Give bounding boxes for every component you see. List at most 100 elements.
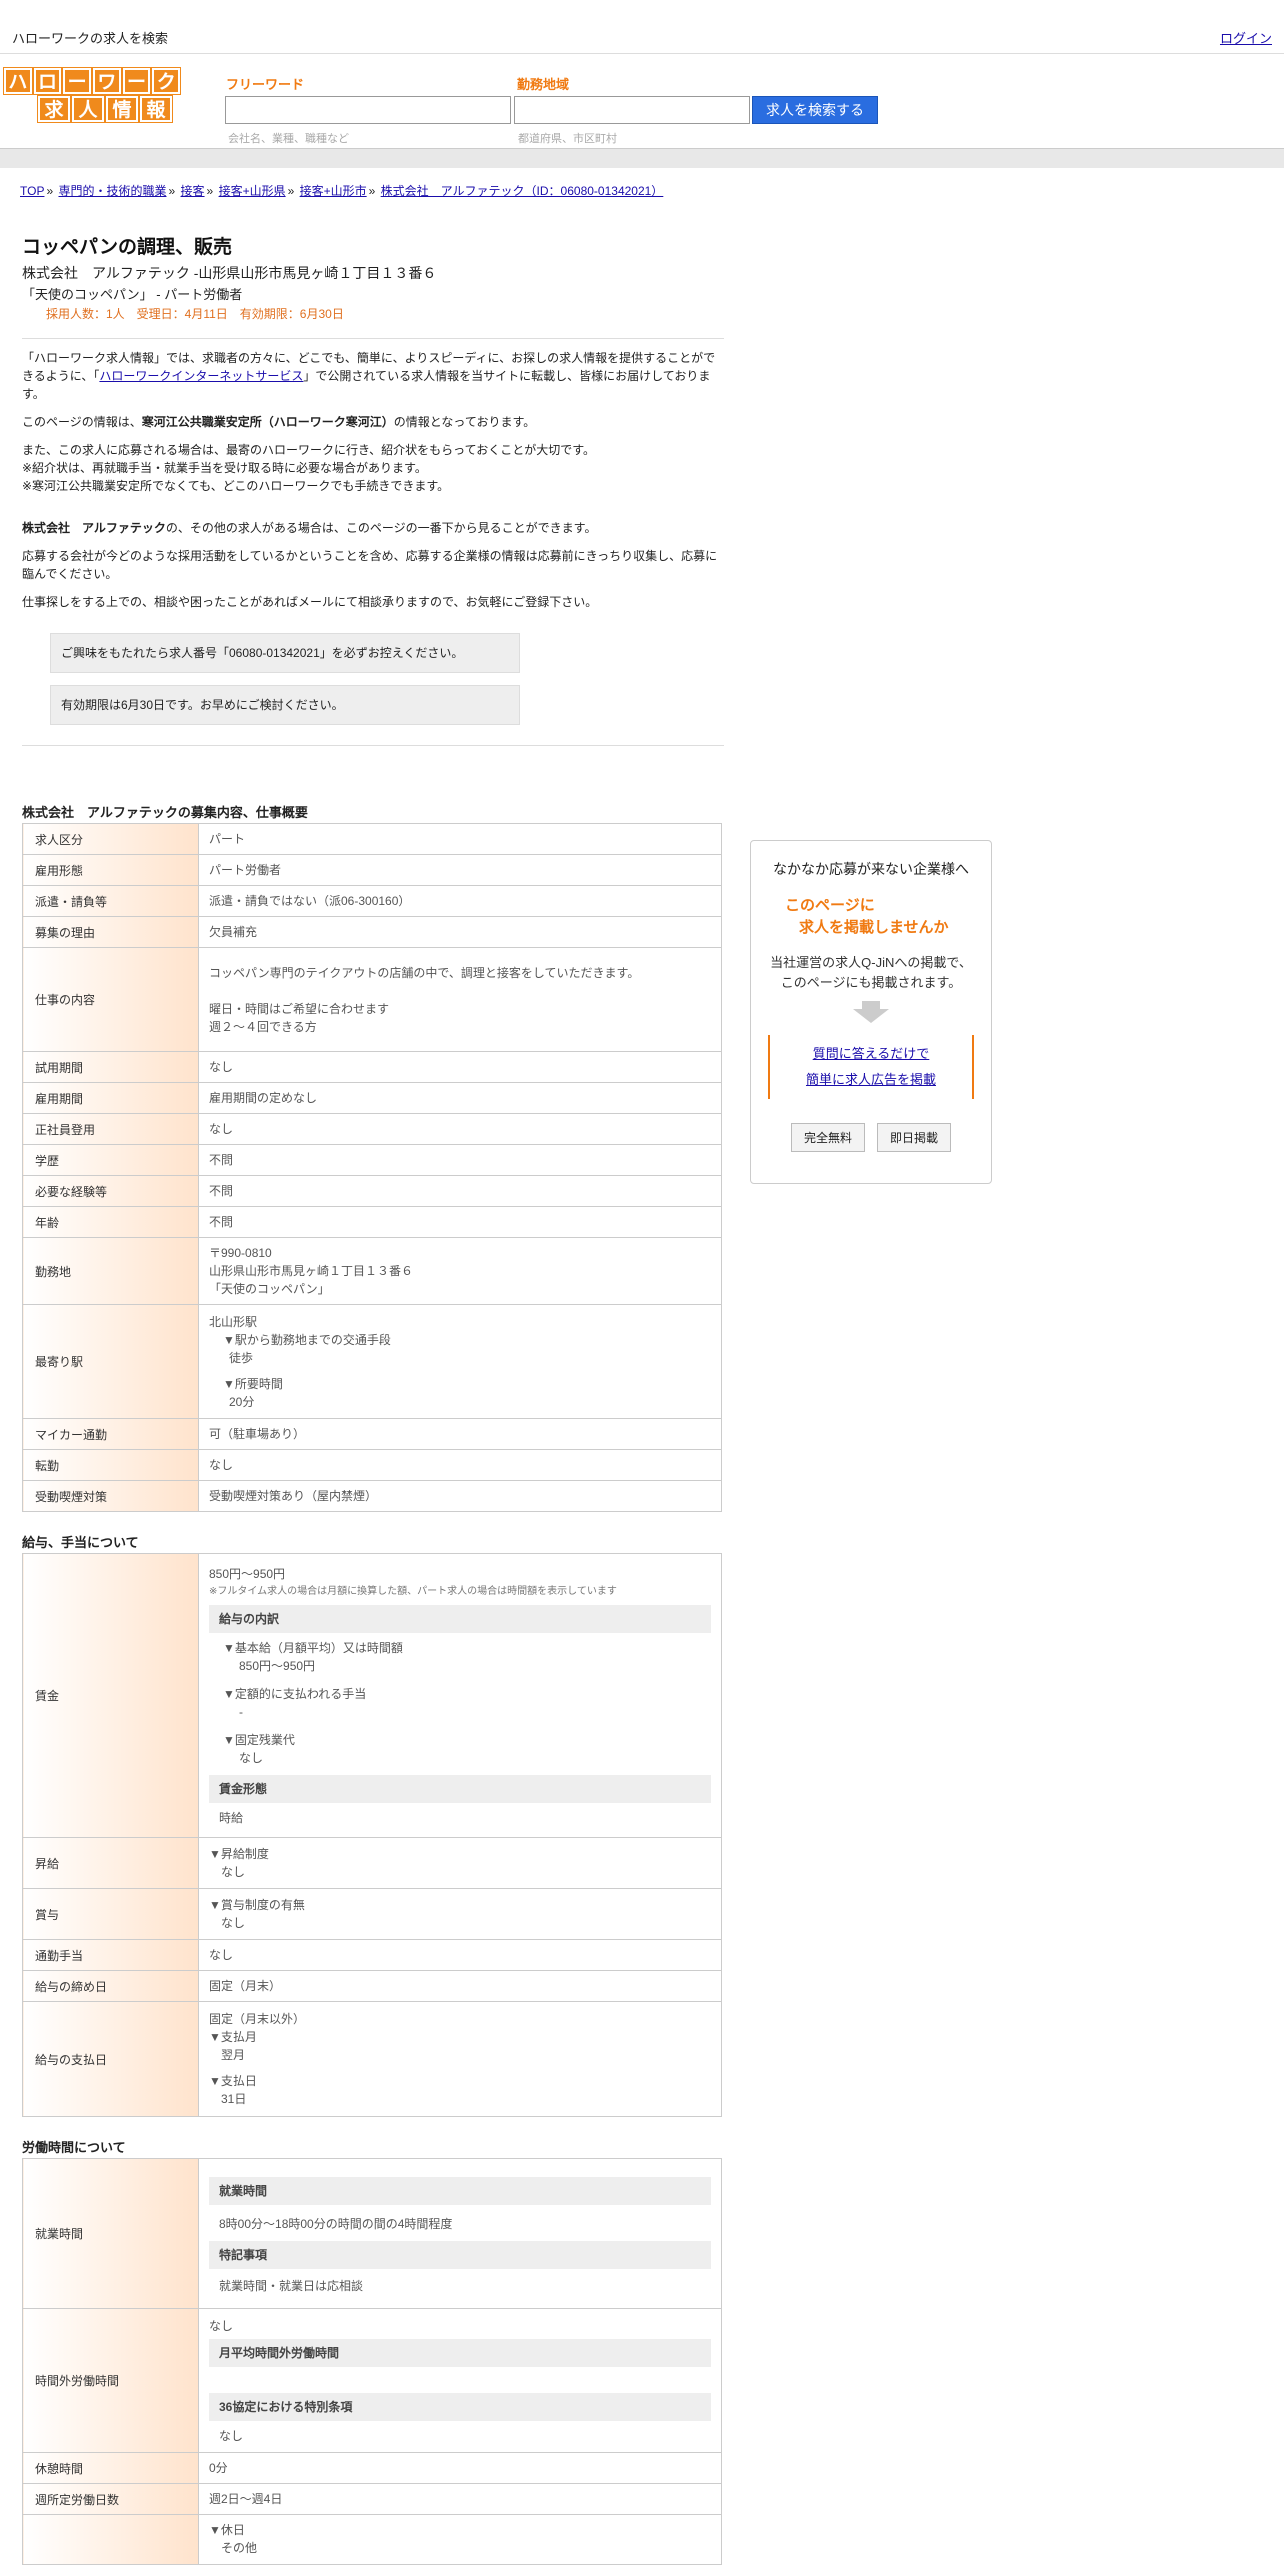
table-row: 雇用形態 パート労働者	[22, 854, 722, 886]
value-text: 8時00分〜18時00分の時間の間の4時間程度	[219, 2216, 453, 2231]
row-label: 勤務地	[22, 1237, 199, 1305]
logo-char: 人	[72, 96, 104, 122]
intro-text: このページの情報は、	[22, 415, 142, 429]
row-value: 不問	[198, 1206, 722, 1238]
subhead: 36協定における特別条項	[209, 2392, 711, 2421]
intro-paragraph: 仕事探しをする上での、相談や困ったことがあればメールにて相談承りますので、お気軽…	[22, 595, 598, 609]
value-text: 翌月	[221, 2048, 246, 2062]
value-text: なし	[221, 1916, 246, 1930]
site-logo[interactable]: ハ ロ ー ワ ー ク 求 人 情 報	[4, 68, 181, 124]
overview-table: 求人区分 パート 雇用形態 パート労働者 派遣・請負等 派遣・請負ではない（派06-3…	[22, 823, 722, 1512]
table-row: 週所定労働日数 週2日〜週4日	[22, 2483, 722, 2515]
value-text: ▼昇給制度	[209, 1847, 269, 1861]
row-label: 給与の締め日	[22, 1970, 199, 2002]
row-value: 雇用期間の定めなし	[198, 1082, 722, 1114]
table-row: 休憩時間 0分	[22, 2452, 722, 2484]
row-label: 雇用期間	[22, 1082, 199, 1114]
table-row: 正社員登用 なし	[22, 1113, 722, 1145]
login-link[interactable]: ログイン	[1220, 28, 1272, 47]
intro-text: の情報となっております。	[393, 415, 536, 429]
breadcrumb-city[interactable]: 接客+山形市	[300, 184, 367, 198]
table-row: 勤務地 〒990-0810 山形県山形市馬見ヶ崎１丁目１３番６ 「天使のコッペパン」	[22, 1237, 722, 1305]
ad-headline-line: 求人を掲載しませんか	[799, 919, 949, 936]
value-text: 北山形駅	[209, 1314, 258, 1329]
table-row: 学歴 不問	[22, 1144, 722, 1176]
row-value: 850円〜950円 ※フルタイム求人の場合は月額に換算した額、パート求人の場合は…	[198, 1553, 722, 1838]
notice-job-number: ご興味をもたれたら求人番号「06080-01342021」を必ずお控えください。	[50, 633, 520, 673]
breadcrumb-company[interactable]: 株式会社 アルファテック（ID：06080-01342021）	[381, 184, 664, 198]
row-label: 時間外労働時間	[22, 2308, 199, 2453]
row-label: 転勤	[22, 1449, 199, 1481]
header-divider	[0, 148, 1284, 168]
table-row: 最寄り駅 北山形駅 ▼駅から勤務地までの交通手段 徒歩 ▼所要時間 20分	[22, 1304, 722, 1419]
area-input[interactable]	[514, 96, 750, 124]
office-name: 寒河江公共職業安定所（ハローワーク寒河江）	[141, 415, 394, 429]
value-text: 31日	[221, 2092, 247, 2106]
row-label: 就業時間	[22, 2158, 199, 2309]
logo-char: ー	[63, 68, 92, 94]
site-title: ハローワークの求人を検索	[12, 31, 169, 46]
logo-char: ロ	[33, 68, 62, 94]
ad-link-post[interactable]: 簡単に求人広告を掲載	[806, 1072, 936, 1087]
advertiser-ad-box: なかなか応募が来ない企業様へ このページに 求人を掲載しませんか 当社運営の求人…	[750, 840, 992, 1184]
area-hint: 都道府県、市区町村	[518, 133, 617, 145]
intro-text: の、その他の求人がある場合は、このページの一番下から見ることができます。	[165, 521, 597, 535]
logo-char: 報	[140, 96, 172, 122]
intro-paragraph: 株式会社 アルファテックの、その他の求人がある場合は、このページの一番下から見る…	[22, 519, 724, 537]
notice-deadline: 有効期限は6月30日です。お早めにご検討ください。	[50, 685, 520, 725]
ad-headline: このページに 求人を掲載しませんか	[751, 895, 991, 939]
row-value: 固定（月末）	[198, 1970, 722, 2002]
ad-link-box: 質問に答えるだけで 簡単に求人広告を掲載	[768, 1035, 974, 1099]
hellowork-internet-link[interactable]: ハローワークインターネットサービス	[99, 369, 303, 383]
row-label: 最寄り駅	[22, 1304, 199, 1419]
hours-title: 労働時間について	[22, 2140, 126, 2155]
value-text: ▼支払日	[209, 2074, 257, 2088]
table-row: 時間外労働時間 なし 月平均時間外労働時間 36協定における特別条項 なし	[22, 2308, 722, 2453]
ad-description: 当社運営の求人Q-JiNへの掲載で、 このページにも掲載されます。	[751, 953, 991, 993]
table-row: マイカー通勤 可（駐車場あり）	[22, 1418, 722, 1450]
breadcrumb-top[interactable]: TOP	[20, 184, 44, 198]
value-text: 就業時間・就業日は応相談	[219, 2278, 364, 2293]
logo-char: ワ	[93, 68, 121, 94]
row-value: なし	[198, 1939, 722, 1971]
search-button[interactable]: 求人を検索する	[752, 96, 878, 124]
breadcrumb-pref[interactable]: 接客+山形県	[219, 184, 286, 198]
value-text: 「天使のコッペパン」	[209, 1282, 330, 1296]
row-value: 不問	[198, 1175, 722, 1207]
row-label: 正社員登用	[22, 1113, 199, 1145]
keyword-label: フリーワード	[226, 77, 305, 92]
pay-table: 賃金 850円〜950円 ※フルタイム求人の場合は月額に換算した額、パート求人の…	[22, 1553, 722, 2117]
main-content: コッペパンの調理、販売 株式会社 アルファテック -山形県山形市馬見ヶ崎１丁目１…	[22, 232, 724, 2565]
row-label: 必要な経験等	[22, 1175, 199, 1207]
row-value: コッペパン専門のテイクアウトの店舗の中で、調理と接客をしていただきます。 曜日・時…	[198, 947, 722, 1052]
value-text: その他	[221, 2541, 258, 2555]
breadcrumb-category[interactable]: 専門的・技術的職業	[58, 184, 166, 198]
row-label: 昇給	[22, 1837, 199, 1889]
intro-text: ※寒河江公共職業安定所でなくても、どこのハローワークでも手続きできます。	[22, 479, 450, 493]
keyword-input[interactable]	[225, 96, 511, 124]
free-button[interactable]: 完全無料	[790, 1123, 865, 1152]
row-label: 年齢	[22, 1206, 199, 1238]
row-label: 通勤手当	[22, 1939, 199, 1971]
row-value: 北山形駅 ▼駅から勤務地までの交通手段 徒歩 ▼所要時間 20分	[198, 1304, 722, 1419]
value-text: ▼駅から勤務地までの交通手段	[223, 1332, 391, 1347]
ad-description-line: このページにも掲載されます。	[780, 975, 962, 990]
row-label	[22, 2514, 199, 2565]
value-text: 固定（月末以外）	[209, 2012, 306, 2026]
logo-char: ク	[152, 68, 181, 94]
breadcrumb-job[interactable]: 接客	[181, 184, 205, 198]
keyword-hint: 会社名、業種、職種など	[228, 133, 349, 145]
row-value: 派遣・請負ではない（派06-300160）	[198, 885, 722, 917]
ad-description-line: 当社運営の求人Q-JiNへの掲載で、	[770, 955, 972, 970]
value-text: ▼基本給（月額平均）又は時間額	[223, 1640, 403, 1655]
ad-link-questions[interactable]: 質問に答えるだけで	[813, 1046, 930, 1061]
row-label: 仕事の内容	[22, 947, 199, 1052]
same-day-button[interactable]: 即日掲載	[877, 1123, 952, 1152]
row-value: ▼昇給制度 なし	[198, 1837, 722, 1889]
value-text: ▼休日	[209, 2523, 245, 2537]
value-text: なし	[239, 1750, 264, 1765]
value-text: 〒990-0810	[209, 1246, 272, 1260]
row-label: 週所定労働日数	[22, 2483, 199, 2515]
subhead: 特記事項	[209, 2240, 711, 2269]
logo-char: 情	[106, 96, 138, 122]
